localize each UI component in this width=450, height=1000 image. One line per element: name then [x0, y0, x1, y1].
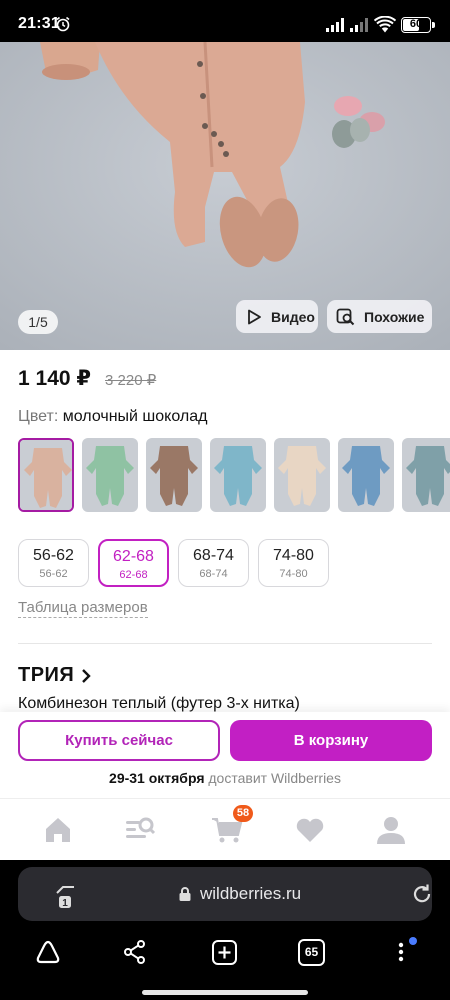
browser-bottom-nav: 65 — [0, 935, 450, 980]
current-price: 1 140 ₽ — [18, 367, 91, 390]
video-button[interactable]: Видео — [236, 300, 318, 333]
color-swatches — [18, 438, 450, 512]
size-sublabel: 74-80 — [279, 568, 308, 580]
color-swatch[interactable] — [338, 438, 394, 512]
size-label: 56-62 — [33, 547, 74, 564]
battery-indicator: 60 — [401, 17, 431, 33]
notification-dot — [409, 937, 417, 945]
add-to-cart-button[interactable]: В корзину — [230, 720, 432, 761]
site-tabs-icon[interactable]: 1 — [54, 884, 80, 910]
swatch-thumbnail — [82, 438, 138, 512]
size-label: 68-74 — [193, 547, 234, 564]
color-swatch[interactable] — [402, 438, 450, 512]
home-indicator — [142, 990, 308, 995]
color-label: Цвет: — [18, 408, 59, 425]
color-value: молочный шоколад — [62, 408, 208, 425]
delivery-text: доставит Wildberries — [204, 770, 341, 786]
size-option[interactable]: 62-68 62-68 — [98, 539, 169, 587]
bottom-tab-bar: 58 — [0, 798, 450, 860]
new-tab-icon[interactable] — [211, 939, 238, 966]
swatch-thumbnail — [210, 438, 266, 512]
status-bar: 21:31 60 — [0, 0, 450, 42]
similar-button[interactable]: Похожие — [327, 300, 432, 333]
purchase-panel: Купить сейчас В корзину 29-31 октября до… — [0, 712, 450, 798]
delivery-info: 29-31 октября доставит Wildberries — [0, 770, 450, 786]
more-menu-icon[interactable] — [396, 939, 406, 965]
size-option[interactable]: 56-62 56-62 — [18, 539, 89, 587]
color-swatch[interactable] — [18, 438, 74, 512]
signal-icon — [326, 18, 344, 32]
profile-icon[interactable] — [374, 813, 408, 847]
size-sublabel: 68-74 — [199, 568, 228, 580]
old-price: 3 220 ₽ — [105, 372, 157, 389]
photo-counter: 1/5 — [18, 310, 58, 334]
size-label: 62-68 — [113, 548, 154, 565]
alarm-icon — [56, 16, 70, 32]
product-name: Комбинезон теплый (футер 3-х нитка) — [18, 695, 300, 712]
size-label: 74-80 — [273, 547, 314, 564]
brand-link[interactable]: ТРИЯ — [18, 664, 92, 687]
swatch-thumbnail — [402, 438, 450, 512]
favorites-icon[interactable] — [293, 813, 327, 847]
cart-count-badge: 58 — [233, 805, 253, 822]
url-text: wildberries.ru — [200, 884, 302, 903]
wifi-icon — [374, 16, 396, 33]
size-sublabel: 62-68 — [119, 569, 148, 581]
divider — [18, 643, 432, 644]
browser-home-icon[interactable] — [35, 939, 61, 965]
swatch-thumbnail — [146, 438, 202, 512]
product-photo[interactable]: 1/5 Видео Похожие — [0, 42, 450, 350]
similar-label: Похожие — [364, 308, 425, 325]
size-option[interactable]: 74-80 74-80 — [258, 539, 329, 587]
status-time: 21:31 — [18, 15, 60, 32]
color-swatch[interactable] — [146, 438, 202, 512]
color-swatch[interactable] — [82, 438, 138, 512]
video-label: Видео — [271, 308, 315, 325]
share-icon[interactable] — [122, 939, 148, 965]
swatch-thumbnail — [274, 438, 330, 512]
site-tabs-count: 1 — [62, 898, 68, 909]
play-icon — [248, 309, 261, 324]
swatch-thumbnail — [20, 440, 72, 510]
catalog-search-icon[interactable] — [123, 813, 157, 847]
brand-name: ТРИЯ — [18, 664, 75, 686]
similar-search-icon — [336, 308, 355, 325]
size-table-link[interactable]: Таблица размеров — [18, 599, 148, 618]
browser-chrome: 1 wildberries.ru 65 — [0, 860, 450, 1000]
price-row: 1 140 ₽ 3 220 ₽ — [18, 366, 156, 391]
tabs-count-button[interactable]: 65 — [298, 939, 325, 966]
lock-icon — [179, 887, 191, 901]
swatch-thumbnail — [338, 438, 394, 512]
color-swatch[interactable] — [274, 438, 330, 512]
delivery-date: 29-31 октября — [109, 770, 205, 786]
home-icon[interactable] — [41, 813, 75, 847]
reload-icon[interactable] — [411, 883, 433, 905]
size-sublabel: 56-62 — [39, 568, 68, 580]
address-bar[interactable]: 1 wildberries.ru — [18, 867, 432, 921]
color-swatch[interactable] — [210, 438, 266, 512]
size-option[interactable]: 68-74 68-74 — [178, 539, 249, 587]
color-row: Цвет: молочный шоколад — [18, 408, 207, 426]
signal-icon-2 — [350, 18, 368, 32]
buy-now-button[interactable]: Купить сейчас — [18, 720, 220, 761]
chevron-right-icon — [82, 668, 92, 683]
product-info: 1 140 ₽ 3 220 ₽ Цвет: молочный шоколад 5… — [0, 350, 450, 860]
